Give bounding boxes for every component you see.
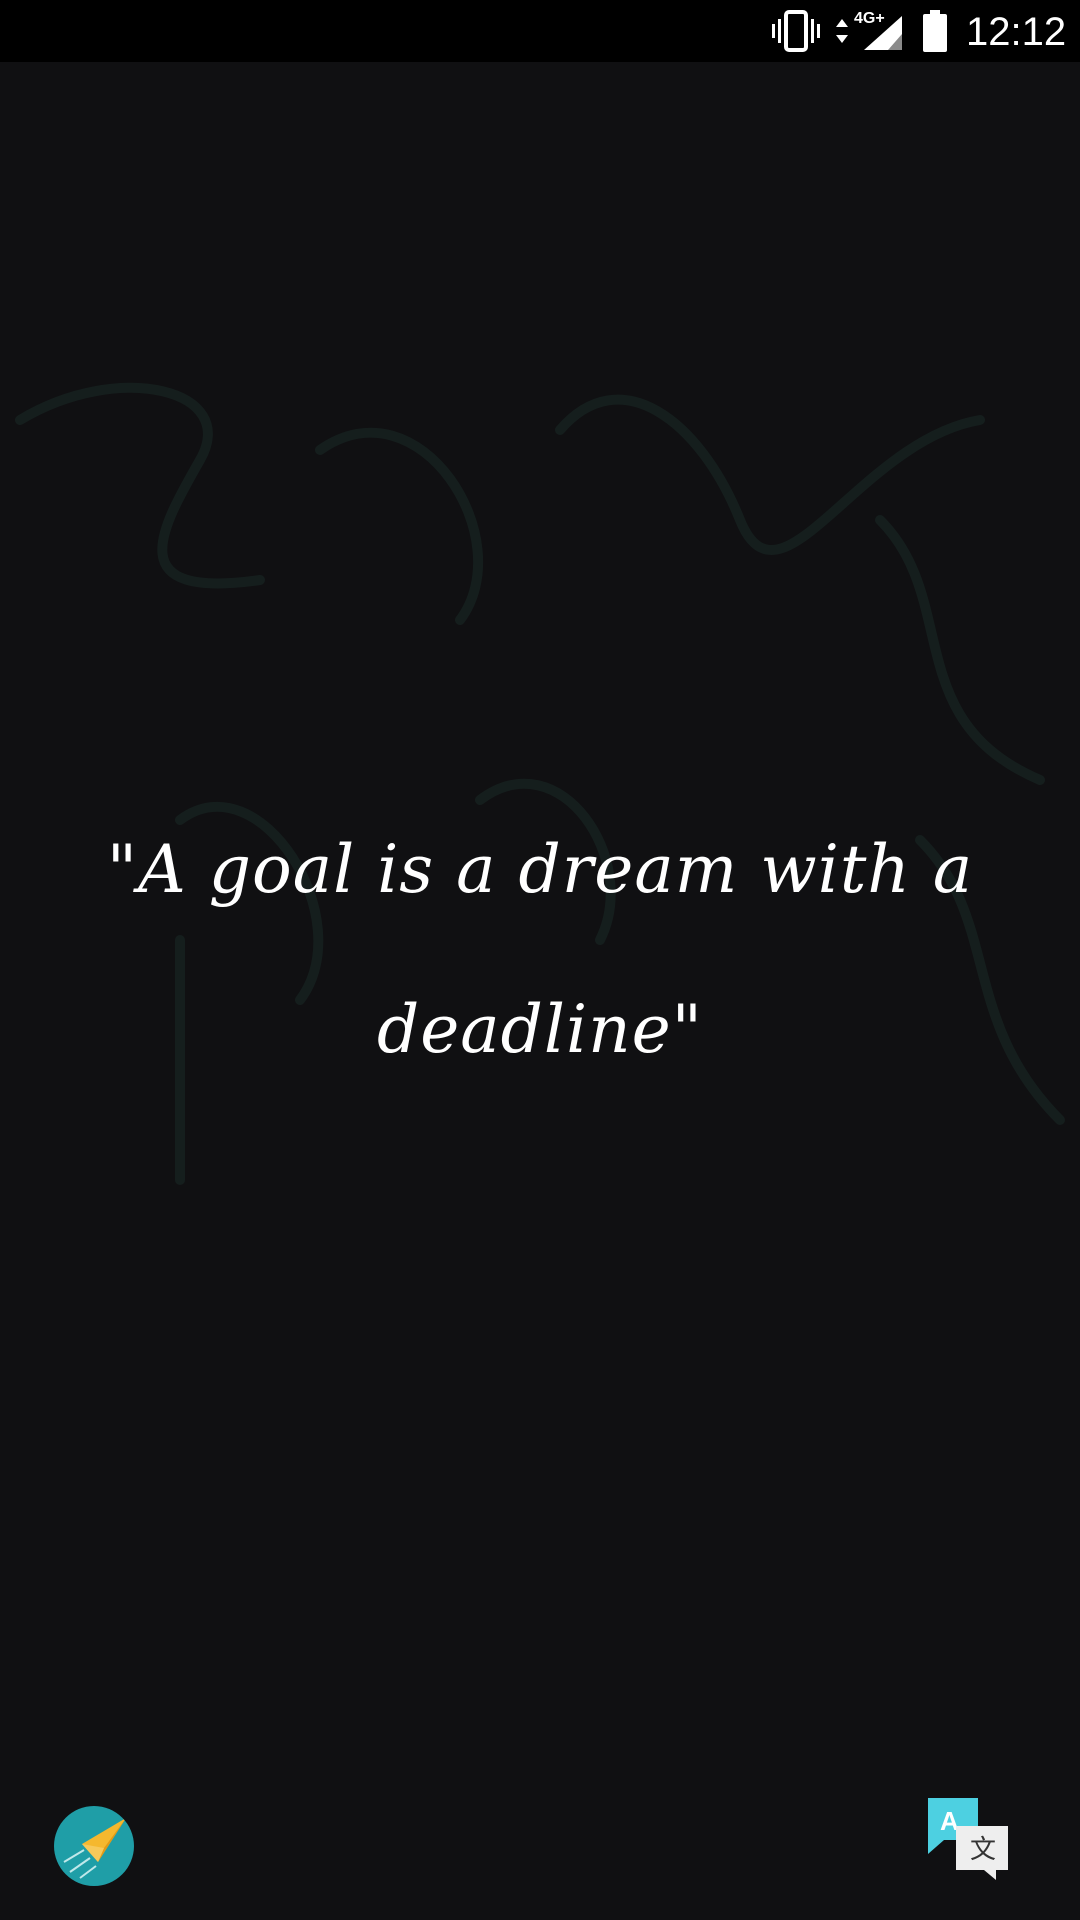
data-arrows-icon <box>836 19 848 43</box>
quote-line-2: deadline" <box>376 991 704 1068</box>
status-clock: 12:12 <box>966 10 1067 54</box>
paper-plane-icon <box>63 1818 126 1879</box>
quote-text: "A goal is a dream with a deadline" <box>80 790 1000 1110</box>
quote-screen: 4G+ 12:12 "A goal is a dream with a dead… <box>0 0 1080 1920</box>
signal-icon <box>864 16 902 50</box>
vibrate-icon <box>772 10 820 52</box>
translate-button[interactable]: A 文 <box>926 1796 1010 1880</box>
svg-text:文: 文 <box>970 1835 996 1865</box>
battery-icon <box>923 10 947 52</box>
translate-icon: A 文 <box>928 1798 1008 1880</box>
share-button[interactable] <box>54 1806 134 1886</box>
quote-line-1: "A goal is a dream with a <box>106 831 974 908</box>
status-bar: 4G+ 12:12 <box>0 0 1080 62</box>
